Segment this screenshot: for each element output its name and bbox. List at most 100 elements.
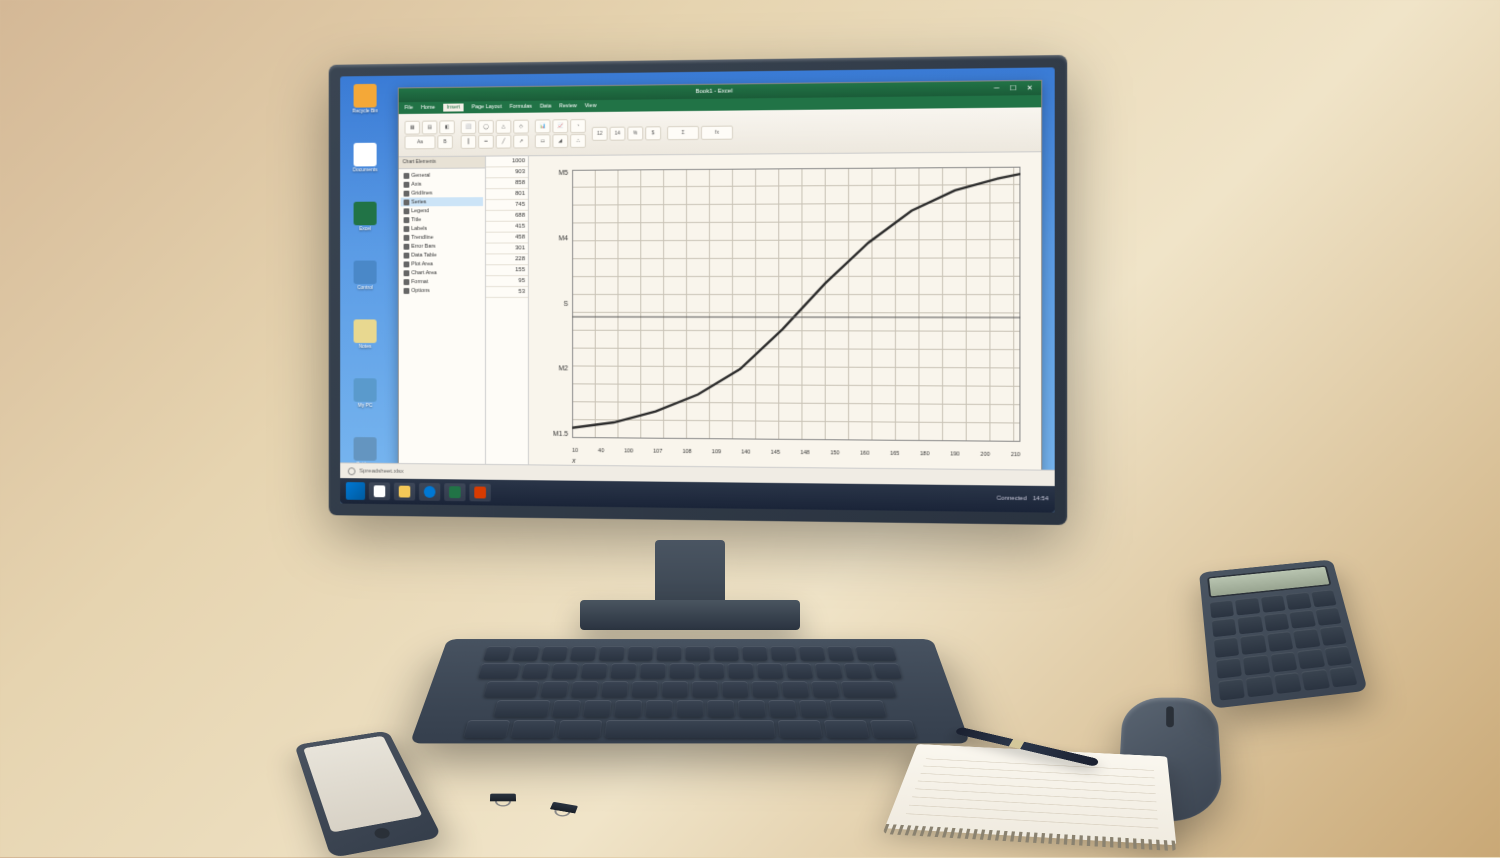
tab-formulas[interactable]: Formulas (510, 104, 532, 110)
chart-column-icon[interactable]: 📊 (535, 119, 551, 133)
close-button[interactable]: ✕ (1023, 83, 1038, 93)
desktop-icon-notes[interactable]: Notes (348, 319, 383, 360)
tab-data[interactable]: Data (540, 104, 551, 110)
y-tick: S (535, 300, 568, 307)
desktop-screen: Recycle Bin Documents Excel Control Note… (340, 67, 1055, 512)
panel-item[interactable]: Trendline (401, 233, 483, 242)
y-tick: M5 (535, 170, 568, 177)
x-tick: 10 (572, 448, 578, 454)
tab-review[interactable]: Review (559, 103, 577, 109)
ribbon-btn[interactable]: ▤ (422, 121, 437, 135)
data-cell[interactable]: 155 (486, 265, 528, 276)
taskbar-mail[interactable] (469, 483, 490, 501)
chart-scatter-icon[interactable]: ∴ (570, 134, 586, 148)
panel-item[interactable]: Plot Area (401, 259, 483, 268)
tab-file[interactable]: File (405, 105, 414, 111)
x-tick: 140 (741, 449, 750, 455)
maximize-button[interactable]: ☐ (1006, 83, 1020, 93)
ribbon-btn[interactable]: ╱ (496, 135, 512, 149)
chart-pie-icon[interactable]: ◔ (570, 119, 586, 133)
binder-clip (490, 794, 516, 807)
start-button[interactable] (346, 482, 365, 500)
chart-area-icon[interactable]: ◢ (552, 134, 568, 148)
chart-bar-icon[interactable]: ▭ (535, 134, 551, 148)
desktop-icon-recycle[interactable]: Recycle Bin (348, 84, 383, 126)
x-tick: 165 (890, 451, 899, 457)
data-cell[interactable]: 53 (486, 287, 528, 298)
excel-window: Book1 - Excel ─ ☐ ✕ File Home Insert Pag… (398, 80, 1042, 488)
ribbon-btn[interactable]: ┃ (461, 135, 477, 149)
chart-area[interactable]: M5M4SM2M1.5 1040100107108109140145148150… (529, 152, 1041, 472)
data-cell[interactable]: 95 (486, 276, 528, 287)
taskbar-excel[interactable] (444, 483, 465, 501)
data-column: 10009038588017456884154583012281559553 (486, 156, 529, 467)
ribbon-btn[interactable]: Aa (405, 135, 436, 149)
data-cell[interactable]: 458 (486, 233, 528, 244)
ribbon-btn[interactable]: fx (701, 125, 733, 139)
ribbon-btn[interactable]: $ (645, 126, 661, 140)
panel-item[interactable]: Labels (401, 224, 483, 233)
ribbon-btn[interactable]: ⬜ (461, 120, 477, 134)
notes-icon (354, 319, 377, 343)
panel-item[interactable]: Data Table (401, 250, 483, 259)
x-tick: 107 (653, 449, 662, 455)
data-cell[interactable]: 858 (486, 178, 528, 189)
chart-line-icon[interactable]: 📈 (552, 119, 568, 133)
y-tick: M1.5 (535, 431, 568, 438)
tab-pagelayout[interactable]: Page Layout (472, 104, 502, 110)
tab-view[interactable]: View (585, 103, 597, 109)
desktop-icon-excel[interactable]: Excel (348, 202, 383, 243)
ribbon-btn[interactable]: % (627, 126, 643, 140)
data-cell[interactable]: 228 (486, 254, 528, 265)
tab-home[interactable]: Home (421, 105, 435, 111)
pc-icon (354, 378, 377, 402)
panel-item[interactable]: Title (401, 215, 483, 224)
notepad (885, 744, 1177, 845)
desktop-icon-documents[interactable]: Documents (348, 143, 383, 184)
x-tick: 100 (624, 448, 633, 454)
data-cell[interactable]: 903 (486, 167, 528, 178)
desktop-icon-mypc[interactable]: My PC (348, 378, 383, 419)
taskbar-search[interactable] (369, 482, 390, 500)
taskbar-browser[interactable] (419, 483, 440, 501)
taskbar-files[interactable] (394, 483, 415, 501)
x-tick: 108 (682, 449, 691, 455)
tab-insert[interactable]: Insert (443, 103, 464, 111)
panel-item[interactable]: Options (401, 286, 483, 295)
ribbon-btn[interactable]: △ (496, 120, 512, 134)
panel-item[interactable]: Legend (401, 206, 483, 215)
ribbon-btn[interactable]: Σ (667, 125, 699, 139)
data-cell[interactable]: 801 (486, 189, 528, 200)
ribbon-btn[interactable]: 14 (610, 126, 626, 140)
window-title: Book1 - Excel (695, 89, 732, 95)
ribbon-btn[interactable]: ↗ (513, 134, 529, 148)
desktop-icon-control[interactable]: Control (348, 261, 383, 302)
ribbon-btn[interactable]: ◇ (513, 120, 529, 134)
system-tray[interactable]: Connected 14:54 (997, 496, 1049, 503)
panel-item[interactable]: Chart Area (401, 268, 483, 277)
folder-icon (399, 486, 411, 498)
data-cell[interactable]: 415 (486, 222, 528, 233)
data-cell[interactable]: 745 (486, 200, 528, 211)
panel-item[interactable]: Gridlines (401, 188, 483, 197)
x-tick: 210 (1011, 452, 1021, 458)
ribbon-btn[interactable]: ◯ (478, 120, 494, 134)
ribbon-btn[interactable]: ━ (478, 135, 494, 149)
panel-item[interactable]: Error Bars (401, 242, 483, 251)
calculator (1199, 559, 1368, 708)
ribbon-btn[interactable]: ◧ (439, 120, 455, 134)
excel-icon (354, 202, 377, 226)
panel-item[interactable]: Series (401, 197, 483, 206)
data-cell[interactable]: 301 (486, 243, 528, 254)
panel-list: GeneralAxisGridlinesSeriesLegendTitleLab… (399, 168, 485, 466)
data-cell[interactable]: 1000 (486, 156, 528, 167)
ribbon-btn[interactable]: B (437, 135, 453, 149)
minimize-button[interactable]: ─ (989, 83, 1003, 93)
x-tick: 109 (712, 449, 721, 455)
panel-item[interactable]: Format (401, 277, 483, 286)
data-cell[interactable]: 688 (486, 211, 528, 222)
folder-icon (354, 143, 377, 167)
ribbon-btn[interactable]: ▦ (405, 121, 420, 135)
x-tick: 190 (950, 451, 959, 457)
ribbon-btn[interactable]: 12 (592, 126, 608, 140)
